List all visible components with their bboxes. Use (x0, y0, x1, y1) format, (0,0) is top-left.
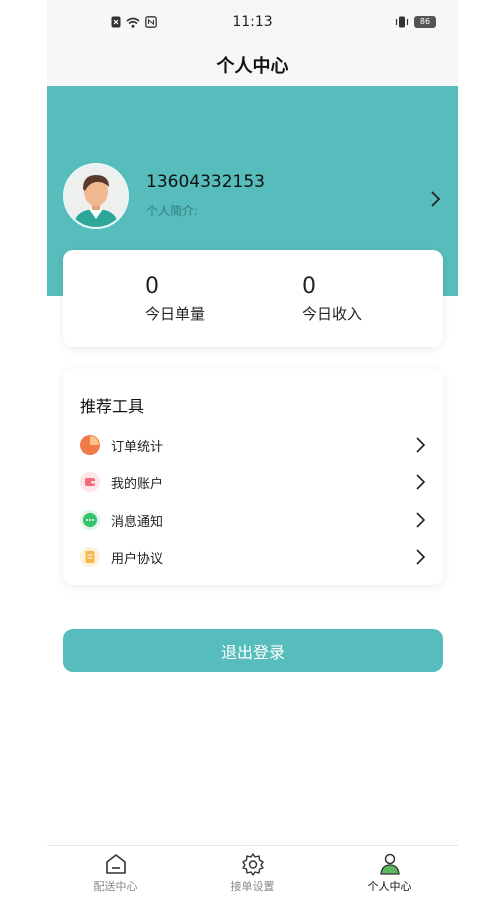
document-icon (80, 547, 100, 567)
chevron-right-icon (416, 549, 426, 565)
chevron-right-icon (416, 474, 426, 490)
stat-today-income[interactable]: 0 今日收入 (302, 274, 362, 324)
phone-screen: 11:13 86 个人中心 13604332153 个人简介: 0 今日单量 0… (47, 0, 458, 898)
status-icons-right: 86 (395, 16, 436, 28)
tab-label: 个人中心 (367, 880, 412, 893)
stat-today-orders[interactable]: 0 今日单量 (145, 274, 205, 324)
page-title: 个人中心 (216, 56, 289, 77)
tool-label: 我的账户 (111, 477, 164, 492)
chat-bubble-icon (80, 510, 100, 530)
tool-item-user-agreement[interactable]: 用户协议 (63, 539, 443, 575)
tab-delivery-center[interactable]: 配送中心 (47, 852, 184, 894)
stats-card: 0 今日单量 0 今日收入 (63, 250, 443, 347)
battery-icon: 86 (414, 16, 436, 28)
tool-label: 消息通知 (111, 515, 164, 530)
tool-label: 用户协议 (111, 552, 164, 567)
recommended-tools-card: 推荐工具 订单统计 我的账户 消息通知 用户协议 (63, 369, 443, 585)
right-margin (458, 0, 499, 898)
profile-chevron-right-icon[interactable] (428, 189, 442, 209)
pie-chart-icon (80, 435, 100, 455)
avatar[interactable] (63, 163, 129, 229)
stat-value: 0 (145, 274, 159, 299)
tool-item-my-account[interactable]: 我的账户 (63, 464, 443, 500)
chevron-right-icon (416, 437, 426, 453)
logout-button[interactable]: 退出登录 (63, 629, 443, 672)
home-icon (105, 854, 126, 874)
tool-label: 订单统计 (111, 440, 164, 455)
profile-intro-label: 个人简介: (146, 204, 199, 218)
vibrate-icon (395, 16, 409, 28)
status-bar: 11:13 86 (47, 0, 458, 44)
user-icon (379, 853, 400, 875)
app-header: 个人中心 (47, 44, 458, 86)
wallet-icon (80, 472, 100, 492)
avatar-person-icon (65, 165, 127, 227)
tools-title: 推荐工具 (80, 397, 145, 416)
tab-label: 配送中心 (93, 880, 138, 893)
tool-item-order-stats[interactable]: 订单统计 (63, 427, 443, 463)
tab-personal-center[interactable]: 个人中心 (321, 852, 458, 894)
tab-label: 接单设置 (230, 880, 275, 893)
tool-item-notifications[interactable]: 消息通知 (63, 502, 443, 538)
profile-phone-number: 13604332153 (146, 172, 265, 192)
stat-label: 今日单量 (145, 305, 206, 323)
settings-gear-icon (241, 853, 264, 876)
bottom-tab-bar: 配送中心 接单设置 个人中心 (47, 845, 458, 898)
stat-value: 0 (302, 274, 316, 299)
chevron-right-icon (416, 512, 426, 528)
left-margin (0, 0, 47, 898)
tab-order-settings[interactable]: 接单设置 (184, 852, 321, 894)
stat-label: 今日收入 (302, 305, 363, 323)
